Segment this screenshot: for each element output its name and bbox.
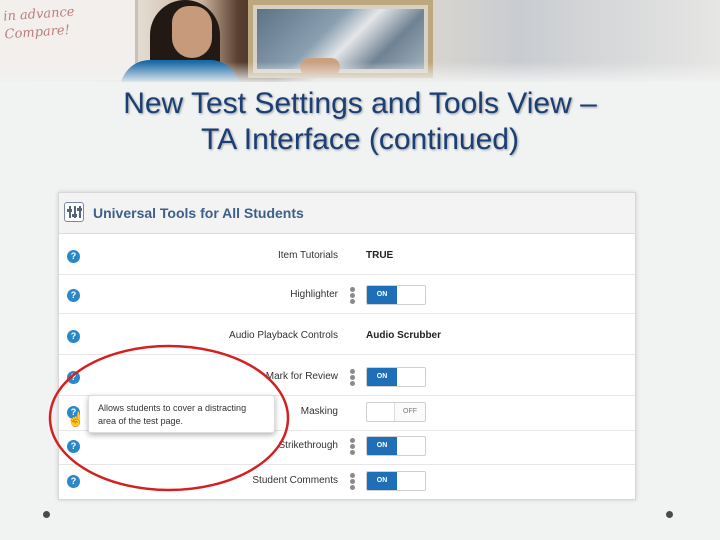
- drag-handle-icon[interactable]: [350, 369, 356, 387]
- masking-toggle[interactable]: OFF: [366, 402, 426, 422]
- student-comments-toggle[interactable]: ON: [366, 471, 426, 491]
- strikethrough-toggle[interactable]: ON: [366, 436, 426, 456]
- toggle-on-label: ON: [367, 286, 397, 304]
- help-icon[interactable]: ?: [67, 250, 80, 263]
- drag-handle-icon[interactable]: [350, 438, 356, 456]
- tool-label: Highlighter: [290, 289, 338, 300]
- header-photo: in advance Compare!: [0, 0, 720, 82]
- slide-title-line-1: New Test Settings and Tools View –: [123, 87, 597, 120]
- drag-handle-icon[interactable]: [350, 473, 356, 491]
- slide-nav-dot-left: [43, 511, 50, 518]
- toggle-on-label: ON: [367, 472, 397, 490]
- tool-value: TRUE: [366, 250, 394, 261]
- toggle-on-label: ON: [367, 368, 397, 386]
- whiteboard-text: in advance Compare!: [2, 4, 75, 43]
- tool-row-item-tutorials: ? Item Tutorials TRUE: [59, 240, 635, 275]
- slide-title: New Test Settings and Tools View – TA In…: [0, 86, 720, 158]
- drag-handle-icon[interactable]: [350, 287, 356, 305]
- panel-title: Universal Tools for All Students: [93, 205, 304, 221]
- help-icon[interactable]: ?: [67, 289, 80, 302]
- tool-label: Item Tutorials: [277, 250, 338, 261]
- highlighter-toggle[interactable]: ON: [366, 285, 426, 305]
- toggle-on-label: ON: [367, 437, 397, 455]
- sliders-icon[interactable]: [64, 202, 84, 222]
- mark-for-review-toggle[interactable]: ON: [366, 367, 426, 387]
- slide-title-line-2: TA Interface (continued): [201, 123, 519, 156]
- panel-header: Universal Tools for All Students: [59, 193, 635, 234]
- tool-row-highlighter: ? Highlighter ON: [59, 279, 635, 314]
- help-icon[interactable]: ?: [67, 330, 80, 343]
- tool-label: Masking: [300, 406, 338, 417]
- tool-label: Audio Playback Controls: [229, 330, 338, 341]
- toggle-off-label: OFF: [394, 403, 425, 421]
- tool-value: Audio Scrubber: [366, 330, 442, 341]
- slide-nav-dot-right: [666, 511, 673, 518]
- highlight-ellipse: [48, 344, 290, 492]
